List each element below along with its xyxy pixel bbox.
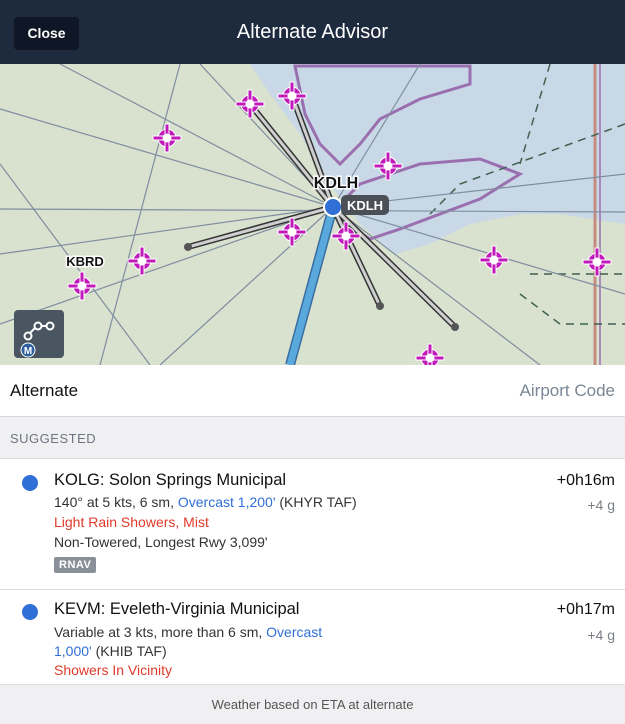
source-text: (KHYR TAF) (275, 494, 357, 510)
airport-name: KOLG: Solon Springs Municipal (54, 471, 287, 489)
fuel-delta: +4 g (587, 627, 615, 643)
status-dot-icon (22, 604, 38, 620)
kbrd-map-label: KBRD (66, 254, 104, 269)
map-view[interactable]: KDLH KDLH KBRD M (0, 64, 625, 365)
m-badge-label: M (24, 346, 32, 357)
alternate-input-row[interactable]: Alternate Airport Code (0, 365, 625, 417)
ceiling-value: 1,000' (54, 643, 92, 659)
rnav-badge: RNAV (54, 557, 97, 573)
page-title: Alternate Advisor (236, 21, 389, 43)
list-item[interactable]: KEVM: Eveleth-Virginia Municipal +0h17m … (0, 590, 625, 684)
nav-bar: Close Alternate Advisor (0, 0, 625, 64)
fuel-delta: +4 g (587, 497, 615, 513)
weather-conditions: Light Rain Showers, Mist (54, 514, 209, 530)
footer-note: Weather based on ETA at alternate (0, 684, 625, 724)
weather-summary-cont: 1,000' (KHIB TAF) (54, 643, 167, 659)
airport-code-input[interactable]: Airport Code (520, 381, 615, 401)
airport-info: Non-Towered, Longest Rwy 3,099' (54, 534, 268, 550)
section-title: SUGGESTED (10, 431, 97, 446)
airport-name: KEVM: Eveleth-Virginia Municipal (54, 600, 300, 618)
status-dot-icon (22, 475, 38, 491)
close-button[interactable]: Close (14, 17, 79, 50)
kdlh-map-label: KDLH (314, 175, 358, 192)
route-tool-button[interactable]: M (14, 310, 64, 358)
route-tool-icon: M (20, 321, 55, 358)
time-delta: +0h16m (556, 472, 615, 489)
wind-text: 140° at 5 kts, 6 sm, (54, 494, 178, 510)
ceiling-text: Overcast 1,200' (177, 494, 276, 510)
weather-summary: 140° at 5 kts, 6 sm, Overcast 1,200' (KH… (54, 494, 357, 510)
ceiling-text: Overcast (266, 624, 323, 640)
source-text: (KHIB TAF) (91, 643, 167, 659)
alternate-label: Alternate (10, 381, 79, 400)
kdlh-badge-label: KDLH (347, 198, 383, 213)
wind-text: Variable at 3 kts, more than 6 sm, (54, 624, 267, 640)
weather-summary: Variable at 3 kts, more than 6 sm, Overc… (54, 624, 322, 640)
section-header: SUGGESTED (0, 417, 625, 459)
time-delta: +0h17m (556, 601, 615, 618)
map-canvas: KDLH KDLH KBRD (0, 64, 625, 365)
list-item[interactable]: KOLG: Solon Springs Municipal +0h16m +4 … (0, 459, 625, 590)
weather-conditions: Showers In Vicinity (54, 662, 173, 678)
